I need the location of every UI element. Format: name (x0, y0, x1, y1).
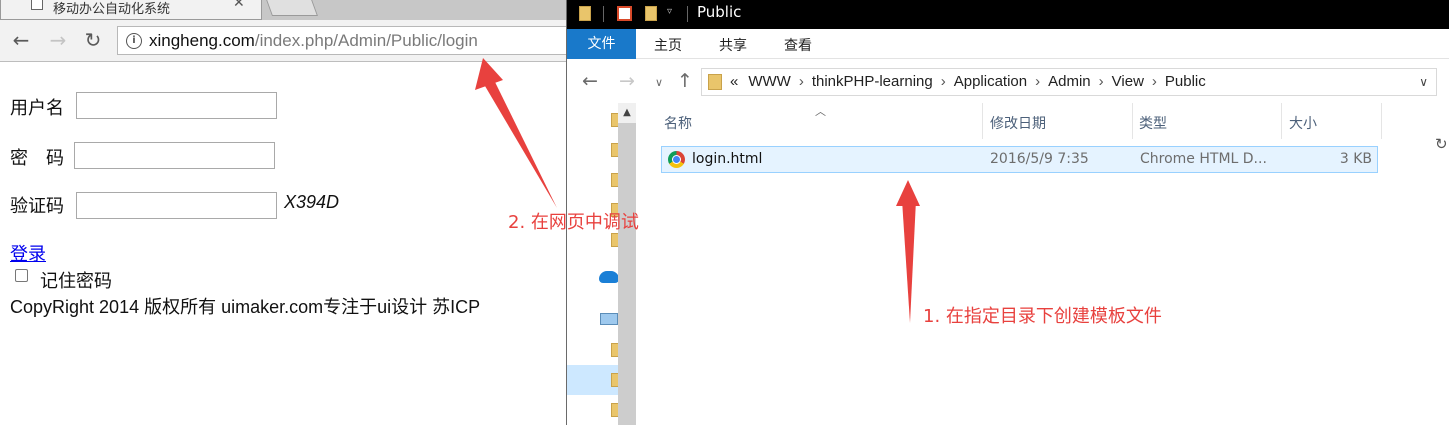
chevron-up-icon[interactable]: ▲ (618, 103, 636, 123)
file-name[interactable]: login.html (692, 151, 762, 167)
username-input[interactable] (76, 92, 277, 119)
folder-icon[interactable] (611, 173, 618, 187)
new-folder-icon[interactable] (645, 6, 657, 21)
close-icon[interactable]: ✕ (233, 0, 245, 11)
tab-strip: 移动办公自动化系统 ✕ (0, 0, 566, 20)
window-title: Public (697, 3, 742, 21)
folder-icon[interactable] (611, 233, 618, 247)
login-link[interactable]: 登录 (10, 240, 46, 266)
chevron-right-icon[interactable]: › (1152, 73, 1157, 90)
browser-toolbar: ← → ↻ i xingheng.com/index.php/Admin/Pub… (0, 20, 566, 62)
ribbon-tab-share[interactable]: 共享 (719, 35, 747, 55)
remember-password-checkbox[interactable] (15, 269, 28, 282)
column-divider[interactable] (1132, 103, 1133, 139)
this-pc-icon[interactable] (600, 313, 618, 325)
breadcrumb-item[interactable]: View (1112, 73, 1144, 90)
back-arrow-icon[interactable]: ← (10, 29, 32, 51)
forward-arrow-icon[interactable]: → (619, 70, 635, 92)
breadcrumb[interactable]: « WWW › thinkPHP-learning › Application › Admin… (730, 73, 1206, 90)
password-label: 密 码 (10, 148, 64, 168)
username-label: 用户名 (10, 98, 64, 118)
breadcrumb-item[interactable]: Application (954, 73, 1027, 90)
navigation-scrollbar[interactable]: ▲ (618, 103, 636, 425)
new-tab-button[interactable] (263, 0, 319, 16)
tab-title: 移动办公自动化系统 (53, 2, 171, 17)
back-arrow-icon[interactable]: ← (582, 70, 598, 92)
chevron-right-icon[interactable]: › (1099, 73, 1104, 90)
info-icon[interactable]: i (126, 33, 142, 49)
quick-access-dropdown-icon[interactable]: ▿ (667, 6, 672, 17)
sort-ascending-icon: ︿ (815, 105, 826, 118)
folder-icon[interactable] (611, 373, 618, 387)
breadcrumb-item[interactable]: WWW (748, 73, 790, 90)
annotation-step1: 1. 在指定目录下创建模板文件 (923, 306, 1162, 327)
explorer-titlebar: ▿ Public (567, 0, 1449, 29)
forward-arrow-icon[interactable]: → (47, 29, 69, 51)
breadcrumb-item[interactable]: Admin (1048, 73, 1091, 90)
folder-icon[interactable] (579, 6, 591, 21)
browser-tab[interactable]: 移动办公自动化系统 ✕ (0, 0, 262, 20)
folder-icon[interactable] (611, 143, 618, 157)
chevron-right-icon[interactable]: › (799, 73, 804, 90)
ribbon-tab-file[interactable]: 文件 (567, 29, 636, 59)
login-page: 用户名 密 码 验证码 X394D 登录 记住密码 CopyRight 2014… (0, 63, 566, 425)
column-header-name[interactable]: 名称 (664, 113, 692, 133)
captcha-label: 验证码 (10, 196, 64, 216)
column-header-row: ︿ 名称 修改日期 类型 大小 (660, 103, 1382, 139)
breadcrumb-overflow[interactable]: « (730, 73, 738, 90)
captcha-image-text[interactable]: X394D (284, 192, 339, 213)
ribbon-tab-view[interactable]: 查看 (784, 35, 812, 55)
folder-icon[interactable] (611, 343, 618, 357)
chevron-right-icon[interactable]: › (1035, 73, 1040, 90)
breadcrumb-item[interactable]: Public (1165, 73, 1206, 90)
copyright-text: CopyRight 2014 版权所有 uimaker.com专注于ui设计 苏… (10, 297, 481, 317)
chevron-down-icon[interactable]: ∨ (1419, 75, 1428, 89)
recent-locations-chevron-icon[interactable]: ∨ (655, 76, 663, 89)
titlebar-separator (687, 6, 688, 22)
folder-icon[interactable] (611, 403, 618, 417)
chrome-html-icon (668, 151, 685, 168)
address-url[interactable]: xingheng.com/index.php/Admin/Public/logi… (149, 31, 478, 51)
annotation-step2: 2. 在网页中调试 (508, 212, 639, 233)
column-divider[interactable] (982, 103, 983, 139)
refresh-icon[interactable]: ↻ (1435, 135, 1448, 153)
captcha-input[interactable] (76, 192, 277, 219)
breadcrumb-bar[interactable]: « WWW › thinkPHP-learning › Application › Admin… (701, 68, 1437, 96)
folder-icon[interactable] (611, 113, 618, 127)
file-row[interactable]: login.html 2016/5/9 7:35 Chrome HTML D..… (661, 146, 1378, 173)
ribbon: 文件 主页 共享 查看 (567, 29, 1449, 59)
explorer-address-row: ← → ∨ ↑ « WWW › thinkPHP-learning › Applicati… (567, 60, 1449, 153)
onedrive-icon[interactable] (599, 271, 619, 283)
ribbon-tab-home[interactable]: 主页 (654, 35, 682, 55)
address-bar[interactable]: i xingheng.com/index.php/Admin/Public/lo… (117, 26, 566, 55)
column-header-modified[interactable]: 修改日期 (990, 113, 1046, 133)
column-divider[interactable] (1381, 103, 1382, 139)
browser-window: 移动办公自动化系统 ✕ ← → ↻ i xingheng.com/index.p… (0, 0, 566, 425)
page-favicon-icon (31, 0, 43, 10)
titlebar-separator (603, 6, 604, 22)
breadcrumb-item[interactable]: thinkPHP-learning (812, 73, 933, 90)
column-header-type[interactable]: 类型 (1139, 113, 1167, 133)
remember-password-label: 记住密码 (40, 271, 112, 291)
properties-icon[interactable] (617, 6, 632, 21)
file-explorer-window: ▿ Public 文件 主页 共享 查看 ← → ∨ ↑ « WWW › thinkP… (566, 0, 1449, 425)
column-divider[interactable] (1281, 103, 1282, 139)
password-input[interactable] (74, 142, 275, 169)
file-type: Chrome HTML D... (1140, 151, 1267, 167)
column-header-size[interactable]: 大小 (1289, 113, 1317, 133)
chevron-right-icon[interactable]: › (941, 73, 946, 90)
reload-icon[interactable]: ↻ (82, 29, 104, 51)
folder-icon (708, 74, 722, 90)
file-size: 3 KB (1339, 151, 1372, 167)
navigation-pane: ▲ (567, 103, 637, 425)
file-modified: 2016/5/9 7:35 (990, 151, 1089, 167)
up-arrow-icon[interactable]: ↑ (677, 70, 693, 92)
